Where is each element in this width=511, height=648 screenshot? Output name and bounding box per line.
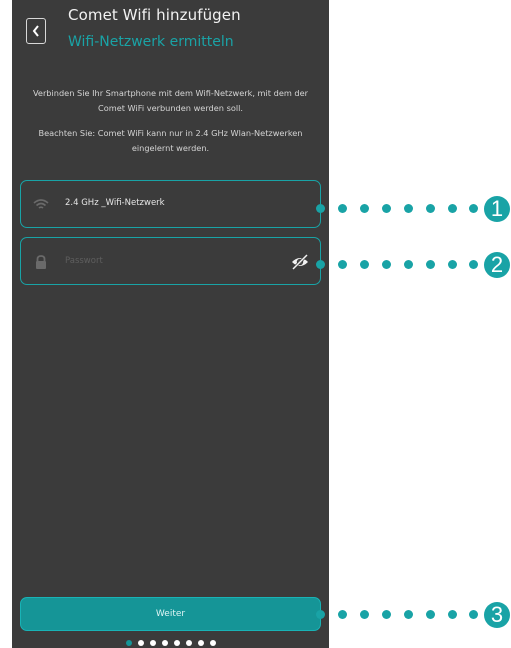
lock-icon bbox=[36, 255, 46, 269]
callout-dot bbox=[469, 204, 478, 213]
next-button[interactable]: Weiter bbox=[20, 597, 321, 631]
callout-dot bbox=[382, 610, 391, 619]
eye-off-icon[interactable] bbox=[290, 252, 310, 272]
callout-dot bbox=[469, 260, 478, 269]
page-dot bbox=[185, 640, 192, 646]
callout-dot bbox=[382, 260, 391, 269]
notice-line: eingelernt werden. bbox=[131, 143, 210, 153]
page-dot bbox=[209, 640, 216, 646]
wifi-network-value: 2.4 GHz _Wifi-Netzwerk bbox=[65, 198, 165, 208]
callout-dot bbox=[426, 204, 435, 213]
page-title: Comet Wifi hinzufügen bbox=[68, 6, 241, 24]
callout-dot bbox=[448, 610, 457, 619]
callout-badge: 3 bbox=[484, 602, 510, 628]
wifi-icon bbox=[33, 199, 49, 209]
password-input[interactable] bbox=[65, 252, 265, 270]
callout-dot bbox=[316, 610, 325, 619]
page-dot-active bbox=[125, 640, 132, 646]
callout-dot bbox=[448, 204, 457, 213]
page-subtitle: Wifi-Netzwerk ermitteln bbox=[68, 34, 234, 50]
callout-dot bbox=[316, 260, 325, 269]
callout-dot bbox=[360, 204, 369, 213]
callout-badge: 1 bbox=[484, 196, 510, 222]
callout-dot bbox=[382, 204, 391, 213]
callout-dot bbox=[404, 204, 413, 213]
callout-dot bbox=[404, 260, 413, 269]
chevron-left-icon bbox=[32, 25, 39, 37]
page-dot bbox=[137, 640, 144, 646]
notice-text: Beachten Sie: Comet WiFi kann nur in 2.4… bbox=[12, 126, 329, 156]
callout-dot bbox=[360, 260, 369, 269]
page-dot bbox=[173, 640, 180, 646]
callout-dot bbox=[469, 610, 478, 619]
page-dot bbox=[149, 640, 156, 646]
callout-dot bbox=[360, 610, 369, 619]
callout-dot bbox=[338, 204, 347, 213]
notice-line: Beachten Sie: Comet WiFi kann nur in 2.4… bbox=[38, 128, 303, 138]
page-indicator bbox=[12, 638, 329, 648]
callout-badge: 2 bbox=[484, 252, 510, 278]
callout-dot bbox=[426, 260, 435, 269]
wifi-network-field[interactable]: 2.4 GHz _Wifi-Netzwerk bbox=[20, 180, 321, 228]
back-button[interactable] bbox=[26, 18, 46, 44]
callout-dot bbox=[404, 610, 413, 619]
description-line: Verbinden Sie Ihr Smartphone mit dem Wif… bbox=[32, 88, 309, 98]
app-screen: Comet Wifi hinzufügen Wifi-Netzwerk ermi… bbox=[12, 0, 329, 648]
callout-dot bbox=[316, 204, 325, 213]
callout-dot bbox=[426, 610, 435, 619]
description-line: Comet WiFi verbunden werden soll. bbox=[98, 103, 243, 113]
page-dot bbox=[197, 640, 204, 646]
password-field[interactable] bbox=[20, 237, 321, 285]
callout-dot bbox=[338, 610, 347, 619]
callout-dot bbox=[338, 260, 347, 269]
page-dot bbox=[161, 640, 168, 646]
callout-dot bbox=[448, 260, 457, 269]
description-text: Verbinden Sie Ihr Smartphone mit dem Wif… bbox=[12, 86, 329, 116]
